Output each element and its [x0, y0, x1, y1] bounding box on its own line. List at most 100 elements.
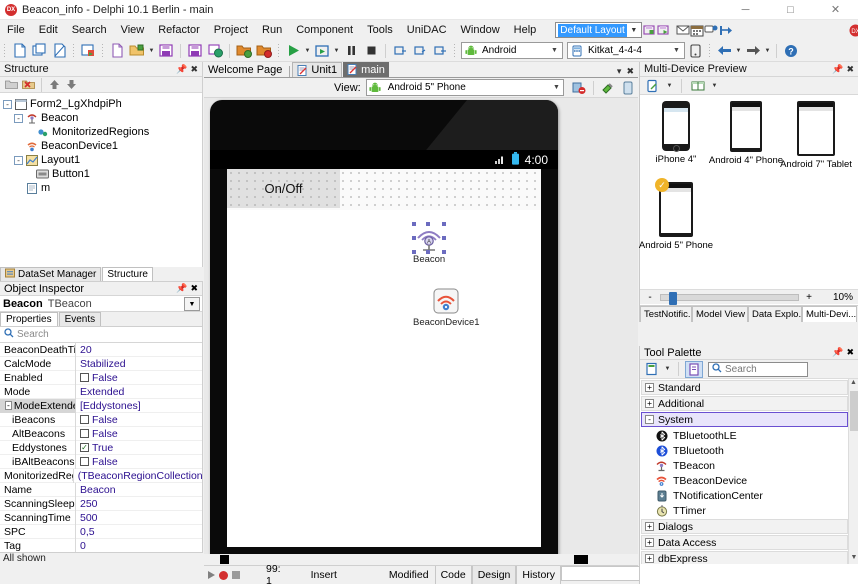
palette-item-tnotificationcenter[interactable]: TNotificationCenter [640, 488, 858, 503]
zoom-out-button[interactable]: - [640, 292, 660, 303]
style-icon[interactable] [598, 78, 618, 98]
device-combo[interactable]: Kitkat_4-4-4 ▼ [567, 42, 685, 59]
menu-view[interactable]: View [114, 22, 152, 38]
menu-project[interactable]: Project [207, 22, 255, 38]
step-over-icon[interactable] [390, 41, 410, 61]
selection-handle[interactable] [442, 250, 447, 254]
category-expander[interactable]: + [645, 522, 654, 531]
category-expander[interactable]: + [645, 554, 654, 563]
palette-category-dbexpress[interactable]: + dbExpress [641, 551, 848, 564]
onoff-button[interactable]: On/Off [227, 169, 340, 208]
folder-icon[interactable] [3, 77, 20, 92]
tab-data-explorer[interactable]: Data Explo... [748, 306, 802, 322]
category-expander[interactable]: + [645, 538, 654, 547]
run-dropdown-icon[interactable]: ▼ [303, 48, 312, 54]
maximize-button[interactable]: □ [768, 0, 813, 20]
tree-node-m[interactable]: m [3, 181, 202, 195]
tab-structure[interactable]: Structure [102, 267, 153, 281]
tree-expander[interactable]: - [3, 99, 12, 109]
selection-handle[interactable] [442, 222, 447, 226]
device-card-android7tablet[interactable]: Android 7" Tablet [780, 101, 852, 170]
calendar-icon[interactable] [690, 22, 704, 39]
mail-icon[interactable] [676, 22, 690, 39]
palette-item-tbeacon[interactable]: TBeacon [640, 458, 858, 473]
property-row[interactable]: Eddystones ✓ True [0, 440, 202, 455]
palette-filter-icon[interactable] [685, 360, 703, 378]
property-value[interactable]: Extended [76, 386, 124, 398]
add-device-icon[interactable] [644, 78, 662, 94]
toolbar-gripper-9[interactable] [708, 43, 711, 58]
tab-list-dropdown-icon[interactable]: ▾ [617, 66, 622, 77]
component-beacon[interactable]: A Beacon [412, 222, 447, 265]
open-project2-icon[interactable] [234, 41, 254, 61]
property-row[interactable]: iBAltBeacons False [0, 454, 202, 469]
run-params-icon[interactable] [312, 41, 332, 61]
form-designer[interactable]: 4:00 On/Off A Beacon BeaconDevice1 [204, 98, 638, 565]
chevron-down-icon[interactable]: ▼ [665, 83, 674, 89]
property-value[interactable]: [Eddystones] [76, 400, 141, 412]
close-button[interactable]: ✕ [813, 0, 858, 20]
device-card-android5-selected[interactable]: ✓ Android 5" Phone [639, 178, 713, 251]
menu-tools[interactable]: Tools [360, 22, 400, 38]
mobile-target-icon[interactable] [685, 41, 705, 61]
category-expander[interactable]: + [645, 399, 654, 408]
checkbox-unchecked-icon[interactable] [80, 457, 89, 466]
tab-properties[interactable]: Properties [0, 312, 58, 326]
menu-refactor[interactable]: Refactor [151, 22, 207, 38]
property-value-cell[interactable]: False [76, 414, 118, 426]
run-icon[interactable] [283, 41, 303, 61]
palette-category-system[interactable]: - System [641, 412, 848, 427]
view-combo[interactable]: Android 5" Phone ▼ [365, 79, 565, 96]
selection-handle[interactable] [426, 222, 431, 226]
property-row[interactable]: ScanningTime 500 [0, 510, 202, 525]
form-surface[interactable]: On/Off A Beacon BeaconDevice1 [227, 169, 541, 547]
set-desktop-icon[interactable] [656, 22, 670, 39]
device-card-iphone4[interactable]: iPhone 4" [646, 101, 706, 170]
selection-handle[interactable] [442, 236, 447, 240]
selection-handle[interactable] [412, 250, 417, 254]
new-file-icon[interactable] [9, 41, 29, 61]
zoom-slider-track[interactable] [660, 291, 799, 305]
menu-window[interactable]: Window [454, 22, 507, 38]
zoom-slider-thumb[interactable] [669, 291, 677, 305]
property-value-cell[interactable]: False [76, 428, 118, 440]
stop-icon[interactable] [361, 41, 381, 61]
chevron-down-icon[interactable]: ▼ [147, 48, 156, 54]
toolbar-gripper-5[interactable] [72, 43, 75, 58]
property-value[interactable]: 250 [76, 498, 98, 510]
property-row[interactable]: SPC 0,5 [0, 524, 202, 539]
property-value[interactable]: Stabilized [76, 358, 126, 370]
help-icon[interactable]: ? [781, 41, 801, 61]
toolbar-gripper-4[interactable] [3, 43, 6, 58]
category-expander[interactable]: + [645, 383, 654, 392]
scroll-down-icon[interactable]: ▼ [849, 554, 858, 564]
menu-help[interactable]: Help [507, 22, 544, 38]
device-card-android4[interactable]: Android 4" Phone [709, 101, 783, 170]
object-selector[interactable]: Beacon TBeacon ▼ [0, 296, 202, 312]
tree-node-beacondevice1[interactable]: BeaconDevice1 [3, 139, 202, 153]
tree-node-form[interactable]: - Form2_LgXhdpiPh [3, 97, 202, 111]
new-item-icon[interactable] [107, 41, 127, 61]
save-all-icon[interactable] [205, 41, 225, 61]
pin-icon[interactable]: 📌 [832, 64, 843, 75]
forward-dropdown-icon[interactable]: ▼ [763, 48, 772, 54]
pin-icon[interactable]: 📌 [176, 64, 187, 75]
record-icon[interactable] [219, 570, 228, 580]
tab-dataset-manager[interactable]: DataSet Manager [0, 267, 102, 281]
palette-scrollbar[interactable]: ▲ ▼ [848, 379, 858, 564]
embarcadero-icon[interactable]: DX [849, 22, 858, 39]
close-icon[interactable]: ✖ [190, 64, 198, 75]
property-row[interactable]: Name Beacon [0, 482, 202, 497]
property-value-cell[interactable]: False [76, 372, 118, 384]
selection-handle[interactable] [412, 222, 417, 226]
property-value[interactable]: Beacon [76, 484, 116, 496]
chevron-down-icon[interactable]: ▼ [663, 366, 672, 372]
property-value[interactable]: 0,5 [76, 526, 95, 538]
login-icon[interactable] [719, 22, 734, 39]
close-icon[interactable]: ✖ [846, 64, 854, 75]
scrollbar-thumb[interactable] [850, 391, 858, 431]
save-desktop-icon[interactable] [642, 22, 656, 39]
run-icon[interactable] [208, 571, 215, 579]
property-row-selected[interactable]: - ModeExtended [Eddystones] [0, 398, 202, 413]
tool-palette-list[interactable]: + Standard + Additional - System TBlueto… [640, 379, 858, 564]
